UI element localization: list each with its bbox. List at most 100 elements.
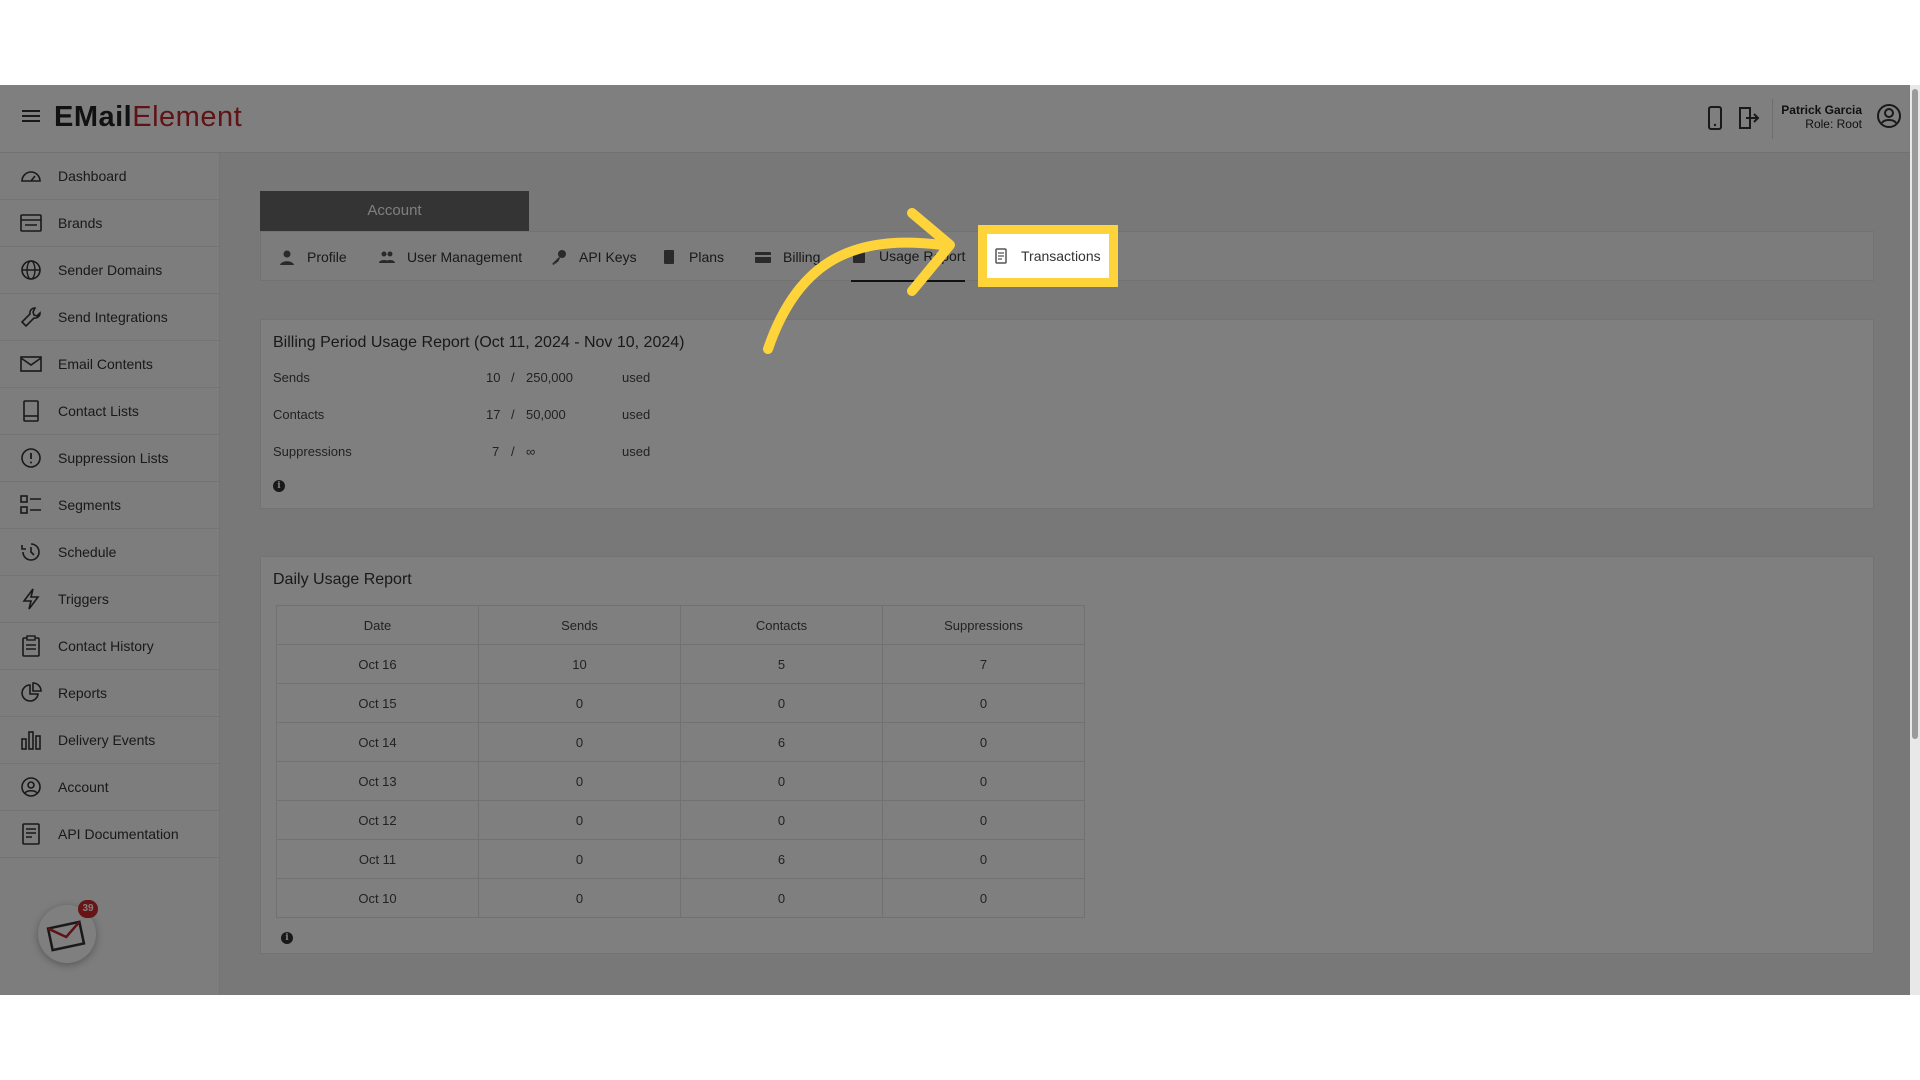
table-row: Oct 13 0 0 0 [276, 761, 1085, 801]
user-info[interactable]: Patrick Garcia Role: Root [1781, 103, 1862, 131]
cell-date: Oct 13 [276, 761, 479, 801]
wrench-icon [18, 304, 44, 330]
daily-usage-panel: Daily Usage Report Date Sends Contacts S… [260, 556, 1874, 954]
history-icon [18, 539, 44, 565]
sidebar-item-segments[interactable]: Segments [0, 482, 219, 529]
sidebar-item-label: Triggers [58, 591, 109, 607]
cell-contacts: 0 [680, 683, 883, 723]
tab-transactions[interactable]: Transactions [987, 234, 1109, 278]
user-role: Role: Root [1805, 117, 1862, 131]
cell-suppressions: 0 [882, 722, 1085, 762]
header-divider [1772, 99, 1773, 139]
hamburger-menu-icon[interactable] [22, 107, 40, 123]
cell-sends: 0 [478, 722, 681, 762]
logout-icon[interactable] [1736, 105, 1760, 131]
sidebar-item-brands[interactable]: Brands [0, 200, 219, 247]
tab-usage-report[interactable]: Usage Report [851, 232, 966, 282]
dashboard-icon [18, 163, 44, 189]
mobile-icon[interactable] [1703, 105, 1727, 131]
sidebar-item-label: Sender Domains [58, 262, 163, 278]
cell-suppressions: 7 [882, 644, 1085, 684]
tab-profile[interactable]: Profile [279, 232, 347, 282]
column-header-sends: Sends [478, 605, 681, 645]
sidebar-item-label: Dashboard [58, 168, 127, 184]
pie-chart-icon [18, 680, 44, 706]
app-logo[interactable]: EMailElement [54, 101, 242, 134]
report-icon [853, 249, 865, 263]
account-title: Account [260, 191, 529, 231]
top-bar: EMailElement Patrick Garcia Role: Root [0, 85, 1920, 153]
table-row: Oct 15 0 0 0 [276, 683, 1085, 723]
sidebar-item-api-documentation[interactable]: API Documentation [0, 811, 219, 858]
sidebar-item-send-integrations[interactable]: Send Integrations [0, 294, 219, 341]
table-row: Oct 10 0 0 0 [276, 878, 1085, 918]
person-icon [280, 250, 294, 265]
tab-label: Usage Report [879, 248, 966, 264]
logo-text-part1: EMail [54, 101, 133, 133]
sidebar-item-account[interactable]: Account [0, 764, 219, 811]
sidebar-item-label: API Documentation [58, 826, 179, 842]
usage-limit: 50,000 [526, 407, 566, 422]
transactions-tab-highlight: Transactions [978, 225, 1118, 287]
cell-contacts: 6 [680, 722, 883, 762]
table-row: Oct 16 10 5 7 [276, 644, 1085, 684]
user-circle-icon[interactable] [1876, 103, 1902, 129]
cell-suppressions: 0 [882, 800, 1085, 840]
sidebar-item-label: Contact History [58, 638, 154, 654]
usage-label: Sends [273, 370, 310, 385]
sidebar-item-label: Account [58, 779, 109, 795]
tab-plans[interactable]: Plans [661, 232, 724, 282]
sidebar-item-email-contents[interactable]: Email Contents [0, 341, 219, 388]
sidebar-item-contact-lists[interactable]: Contact Lists [0, 388, 219, 435]
tab-billing[interactable]: Billing [755, 232, 820, 282]
usage-suffix: used [622, 370, 651, 385]
cell-date: Oct 15 [276, 683, 479, 723]
cell-date: Oct 14 [276, 722, 479, 762]
cell-suppressions: 0 [882, 839, 1085, 879]
sidebar-item-label: Delivery Events [58, 732, 156, 748]
usage-separator: / [511, 444, 515, 459]
billing-usage-panel: Billing Period Usage Report (Oct 11, 202… [260, 319, 1874, 509]
info-icon[interactable]: i [273, 480, 285, 492]
cell-date: Oct 10 [276, 878, 479, 918]
usage-label: Suppressions [273, 444, 352, 459]
envelope-icon [18, 351, 44, 377]
bar-chart-icon [18, 727, 44, 753]
cell-sends: 0 [478, 800, 681, 840]
plan-icon [664, 250, 674, 264]
users-icon [379, 251, 395, 263]
cell-contacts: 0 [680, 878, 883, 918]
table-row: Oct 14 0 6 0 [276, 722, 1085, 762]
sidebar-item-label: Contact Lists [58, 403, 139, 419]
scrollbar-thumb[interactable] [1912, 89, 1918, 739]
sidebar-item-schedule[interactable]: Schedule [0, 529, 219, 576]
usage-separator: / [511, 370, 515, 385]
sidebar-item-dashboard[interactable]: Dashboard [0, 153, 219, 200]
cell-contacts: 0 [680, 761, 883, 801]
sidebar-item-contact-history[interactable]: Contact History [0, 623, 219, 670]
sidebar-item-sender-domains[interactable]: Sender Domains [0, 247, 219, 294]
sidebar-item-delivery-events[interactable]: Delivery Events [0, 717, 219, 764]
info-icon[interactable]: i [281, 932, 293, 944]
main-content: Account Profile User Management API Keys… [220, 153, 1920, 995]
sidebar-item-suppression-lists[interactable]: Suppression Lists [0, 435, 219, 482]
page-scrollbar[interactable] [1910, 85, 1920, 995]
cell-date: Oct 11 [276, 839, 479, 879]
tab-label: Plans [689, 249, 725, 265]
account-circle-icon [18, 774, 44, 800]
cell-sends: 0 [478, 683, 681, 723]
user-name: Patrick Garcia [1781, 103, 1862, 117]
cell-sends: 0 [478, 839, 681, 879]
tab-user-management[interactable]: User Management [379, 232, 522, 282]
tab-label: Billing [783, 249, 821, 265]
document-icon [18, 821, 44, 847]
usage-separator: / [511, 407, 515, 422]
billing-report-title: Billing Period Usage Report (Oct 11, 202… [273, 334, 685, 351]
sidebar: Dashboard Brands Sender Domains Send Int… [0, 153, 220, 995]
sidebar-item-triggers[interactable]: Triggers [0, 576, 219, 623]
sidebar-item-label: Reports [58, 685, 108, 701]
tab-api-keys[interactable]: API Keys [551, 232, 637, 282]
cell-contacts: 5 [680, 644, 883, 684]
sidebar-item-reports[interactable]: Reports [0, 670, 219, 717]
table-row: Oct 11 0 6 0 [276, 839, 1085, 879]
